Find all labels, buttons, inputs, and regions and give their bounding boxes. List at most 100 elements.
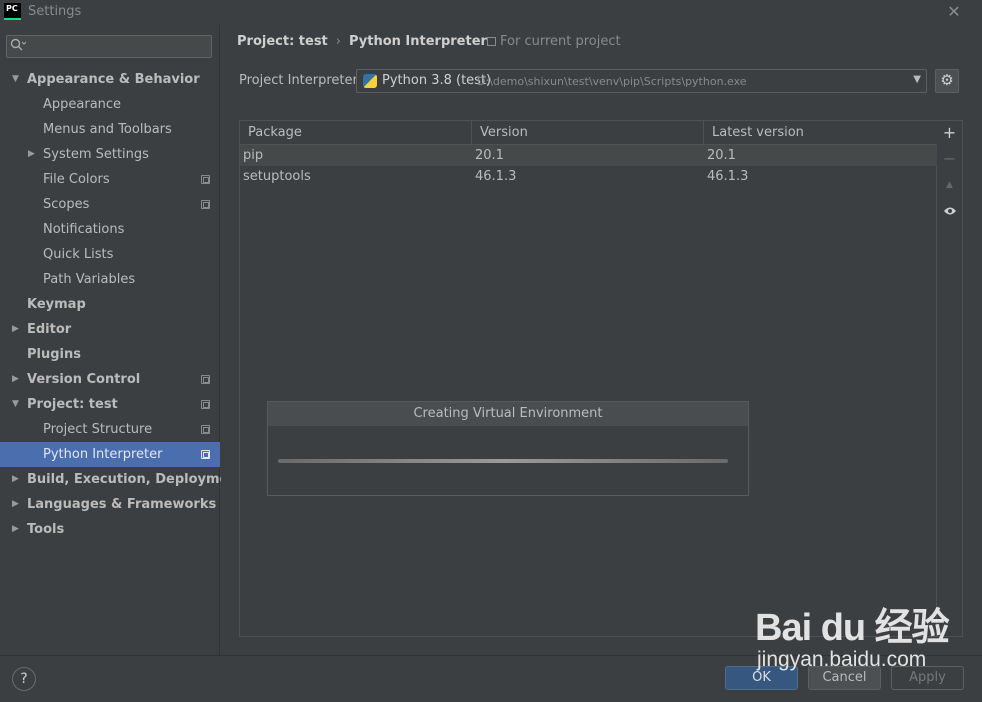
sidebar-item-system-settings[interactable]: ▶ System Settings — [0, 142, 220, 167]
sidebar-item-label: Python Interpreter — [43, 447, 163, 462]
collapsed-arrow-icon[interactable]: ▶ — [12, 492, 19, 517]
interpreter-select[interactable]: Python 3.8 (test) D:\demo\shixun\test\ve… — [356, 69, 927, 93]
sidebar-item-version-control[interactable]: ▶ Version Control — [0, 367, 220, 392]
pycharm-logo-icon: PC — [4, 3, 21, 20]
project-scope-icon — [201, 450, 210, 459]
sidebar-item-project-test[interactable]: ▼ Project: test — [0, 392, 220, 417]
sidebar-item-plugins[interactable]: Plugins — [0, 342, 220, 367]
add-package-button[interactable]: + — [937, 121, 962, 145]
sidebar-item-editor[interactable]: ▶ Editor — [0, 317, 220, 342]
expanded-arrow-icon[interactable]: ▼ — [12, 392, 19, 417]
sidebar-item-label: Languages & Frameworks — [27, 497, 217, 512]
table-row[interactable]: setuptools 46.1.3 46.1.3 — [240, 166, 937, 187]
column-header-package[interactable]: Package — [240, 121, 472, 145]
sidebar-item-notifications[interactable]: Notifications — [0, 217, 220, 242]
sidebar-item-appearance-behavior[interactable]: ▼ Appearance & Behavior — [0, 67, 220, 92]
sidebar-item-scopes[interactable]: Scopes — [0, 192, 220, 217]
help-button[interactable]: ? — [12, 667, 36, 691]
chevron-down-icon[interactable]: ▼ — [913, 74, 921, 85]
project-scope-icon — [201, 400, 210, 409]
sidebar-item-label: Project: test — [27, 397, 118, 412]
breadcrumb-current: Python Interpreter — [348, 34, 487, 49]
breadcrumb-parent: Project: test — [237, 34, 328, 49]
sidebar-item-quick-lists[interactable]: Quick Lists — [0, 242, 220, 267]
project-scope-icon — [201, 375, 210, 384]
sidebar-item-build-execution-deployment[interactable]: ▶ Build, Execution, Deployment — [0, 467, 244, 492]
sidebar-item-project-structure[interactable]: Project Structure — [0, 417, 220, 442]
sidebar-item-label: File Colors — [43, 172, 110, 187]
progress-fill — [278, 459, 728, 463]
sidebar-item-label: Keymap — [27, 297, 86, 312]
dialog-title: Creating Virtual Environment — [268, 402, 748, 426]
eye-icon — [943, 201, 957, 220]
expanded-arrow-icon[interactable]: ▼ — [12, 67, 19, 92]
sidebar-item-label: Tools — [27, 522, 65, 537]
sidebar-item-label: Scopes — [43, 197, 90, 212]
apply-button[interactable]: Apply — [891, 666, 964, 690]
sidebar-item-menus-and-toolbars[interactable]: Menus and Toolbars — [0, 117, 220, 142]
package-version: 46.1.3 — [475, 169, 517, 184]
sidebar-item-label: Path Variables — [43, 272, 136, 287]
sidebar-item-label: Plugins — [27, 347, 81, 362]
sidebar-item-label: Editor — [27, 322, 72, 337]
scope-note-label: For current project — [500, 34, 621, 49]
gear-icon: ⚙ — [940, 71, 954, 89]
package-latest-version: 20.1 — [707, 148, 736, 163]
remove-package-button[interactable]: − — [937, 147, 962, 171]
packages-table: Package Version Latest version pip 20.1 … — [240, 121, 937, 636]
column-header-latest-version[interactable]: Latest version — [704, 121, 937, 145]
upgrade-package-button[interactable]: ▲ — [937, 173, 962, 197]
title-bar: PC Settings ✕ — [0, 0, 982, 25]
collapsed-arrow-icon[interactable]: ▶ — [12, 517, 19, 542]
sidebar-item-label: System Settings — [43, 147, 149, 162]
plus-icon: + — [942, 123, 957, 142]
sidebar-item-label: Version Control — [27, 372, 141, 387]
package-latest-version: 46.1.3 — [707, 169, 749, 184]
interpreter-settings-button[interactable]: ⚙ — [935, 69, 959, 93]
sidebar-item-file-colors[interactable]: File Colors — [0, 167, 220, 192]
copy-icon — [487, 37, 496, 46]
package-version: 20.1 — [475, 148, 504, 163]
sidebar-item-languages-frameworks[interactable]: ▶ Languages & Frameworks — [0, 492, 220, 517]
search-field[interactable] — [6, 35, 212, 58]
table-header: Package Version Latest version — [240, 121, 937, 145]
interpreter-path: D:\demo\shixun\test\venv\pip\Scripts\pyt… — [477, 75, 747, 88]
close-button[interactable]: ✕ — [944, 2, 964, 22]
sidebar-item-label: Notifications — [43, 222, 125, 237]
breadcrumb-separator: › — [335, 34, 341, 49]
collapsed-arrow-icon[interactable]: ▶ — [12, 467, 19, 492]
collapsed-arrow-icon[interactable]: ▶ — [12, 367, 19, 392]
package-name: setuptools — [243, 169, 311, 184]
sidebar-item-tools[interactable]: ▶ Tools — [0, 517, 220, 542]
sidebar-item-label: Quick Lists — [43, 247, 114, 262]
sidebar-item-python-interpreter[interactable]: Python Interpreter — [0, 442, 220, 467]
main-panel: Project: test › Python Interpreter For cur… — [221, 25, 982, 655]
sidebar-item-appearance[interactable]: Appearance — [0, 92, 220, 117]
breadcrumb: Project: test › Python Interpreter — [237, 34, 487, 52]
project-scope-icon — [201, 200, 210, 209]
cancel-button[interactable]: Cancel — [808, 666, 881, 690]
sidebar-item-label: Menus and Toolbars — [43, 122, 172, 137]
interpreter-label: Project Interpreter: — [239, 73, 363, 88]
ok-button[interactable]: OK — [725, 666, 798, 690]
sidebar-item-label: Appearance & Behavior — [27, 72, 200, 87]
collapsed-arrow-icon[interactable]: ▶ — [28, 142, 35, 167]
progress-bar — [278, 459, 728, 463]
sidebar-item-label: Build, Execution, Deployment — [27, 472, 244, 487]
project-scope-icon — [201, 425, 210, 434]
dialog-footer: ? OK Cancel Apply — [0, 655, 982, 702]
search-input[interactable] — [31, 38, 207, 55]
search-icon — [10, 38, 28, 54]
table-row[interactable]: pip 20.1 20.1 — [240, 145, 937, 166]
scope-note: For current project — [487, 34, 621, 49]
triangle-up-icon: ▲ — [946, 180, 953, 190]
show-early-releases-button[interactable] — [937, 199, 962, 223]
collapsed-arrow-icon[interactable]: ▶ — [12, 317, 19, 342]
sidebar-item-keymap[interactable]: Keymap — [0, 292, 220, 317]
column-header-version[interactable]: Version — [472, 121, 704, 145]
packages-panel: Package Version Latest version pip 20.1 … — [239, 120, 963, 637]
settings-sidebar: ▼ Appearance & Behavior Appearance Menus an… — [0, 25, 244, 655]
window-title: Settings — [28, 4, 82, 19]
settings-tree: ▼ Appearance & Behavior Appearance Menus an… — [0, 67, 244, 542]
sidebar-item-path-variables[interactable]: Path Variables — [0, 267, 220, 292]
